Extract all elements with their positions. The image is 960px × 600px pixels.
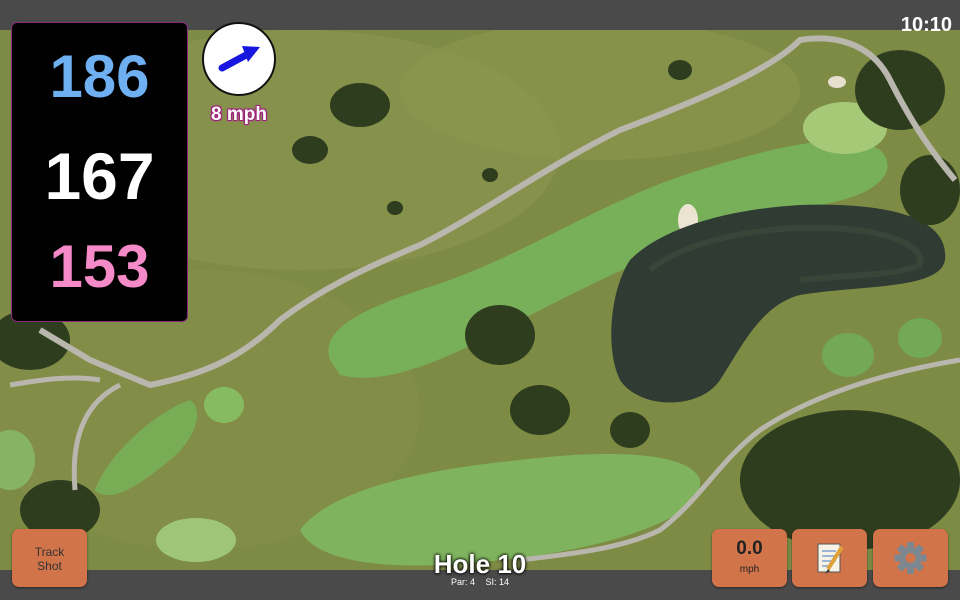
- track-shot-button[interactable]: Track Shot: [12, 529, 87, 587]
- gear-icon: [894, 542, 927, 574]
- track-shot-label-line1: Track: [34, 545, 65, 559]
- hole-title: Hole 10: [433, 549, 527, 579]
- yardage-panel: 186 167 153: [11, 22, 188, 322]
- hole-stroke-index: SI: 14: [485, 577, 510, 587]
- speed-unit: mph: [739, 564, 760, 575]
- notepad-icon: [817, 543, 844, 574]
- distance-back: 186: [49, 43, 150, 110]
- wind-speed-label: 8 mph: [211, 104, 267, 125]
- speed-button[interactable]: 0.0 mph: [712, 529, 787, 587]
- wind-indicator: [202, 22, 276, 96]
- speed-value: 0.0: [736, 538, 763, 559]
- status-clock: 10:10: [900, 14, 952, 36]
- distance-front: 153: [49, 233, 150, 300]
- hole-par: Par: 4: [450, 577, 475, 587]
- arrow-right-up-icon: [218, 46, 260, 72]
- distance-middle: 167: [44, 139, 155, 213]
- track-shot-label-line2: Shot: [37, 559, 62, 573]
- notes-button[interactable]: [792, 529, 867, 587]
- hole-info: Par: 4 SI: 14: [400, 577, 560, 587]
- settings-button[interactable]: [873, 529, 948, 587]
